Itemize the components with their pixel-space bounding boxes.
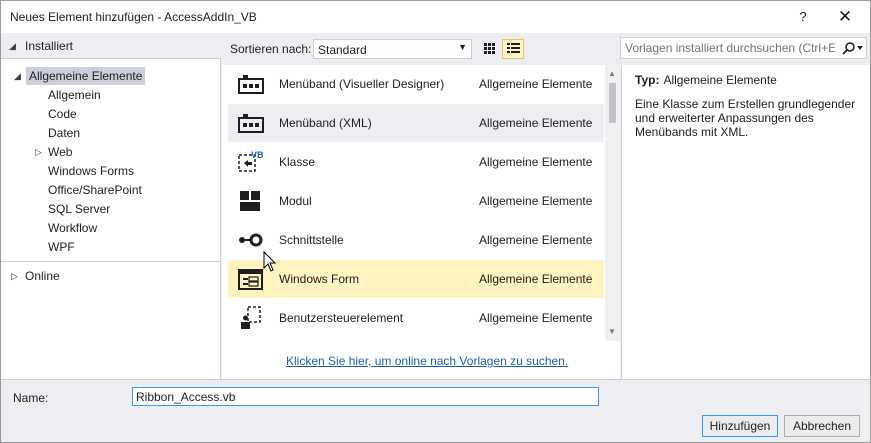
- template-name: Menüband (XML): [279, 116, 372, 130]
- template-name: Schnittstelle: [279, 233, 344, 247]
- list-view-button[interactable]: [502, 39, 524, 59]
- category-tree: ◢ Installiert ◢ Allgemeine Elemente Allg…: [1, 33, 221, 379]
- template-name: Modul: [279, 194, 312, 208]
- template-name: Benutzersteuerelement: [279, 311, 404, 325]
- template-category: Allgemeine Elemente: [479, 233, 593, 247]
- user-control-icon: [236, 305, 264, 331]
- module-icon: [236, 188, 264, 214]
- help-button[interactable]: ?: [791, 7, 815, 27]
- sort-dropdown[interactable]: Standard ▼: [313, 39, 472, 59]
- search-input[interactable]: [625, 40, 835, 56]
- template-list: Menüband (Visueller Designer) Allgemeine…: [222, 65, 620, 379]
- template-type: Typ: Allgemeine Elemente: [635, 73, 777, 87]
- expand-caret-icon[interactable]: ▷: [11, 267, 21, 285]
- window-title: Neues Element hinzufügen - AccessAddIn_V…: [10, 10, 257, 24]
- search-icon[interactable]: [839, 40, 865, 56]
- template-item[interactable]: Modul Allgemeine Elemente: [228, 182, 604, 220]
- interface-icon: [236, 227, 264, 253]
- tree-item-online[interactable]: Online: [25, 267, 60, 285]
- tree-item-wpf[interactable]: WPF: [48, 238, 75, 256]
- title-bar: Neues Element hinzufügen - AccessAddIn_V…: [1, 1, 870, 33]
- add-button[interactable]: Hinzufügen: [702, 415, 778, 437]
- type-value: Allgemeine Elemente: [663, 73, 777, 87]
- template-search[interactable]: [620, 37, 867, 59]
- collapse-caret-icon[interactable]: ◢: [14, 67, 24, 85]
- tree-header-installed[interactable]: ◢ Installiert: [1, 33, 221, 59]
- windows-form-icon: [236, 266, 264, 292]
- template-item[interactable]: Menüband (Visueller Designer) Allgemeine…: [228, 65, 604, 103]
- template-category: Allgemeine Elemente: [479, 194, 593, 208]
- template-category: Allgemeine Elemente: [479, 77, 593, 91]
- class-vb-icon: VB: [236, 149, 264, 175]
- tree-item-code[interactable]: Code: [48, 105, 77, 123]
- tree-item-web[interactable]: Web: [48, 143, 72, 161]
- template-category: Allgemeine Elemente: [479, 272, 593, 286]
- template-item[interactable]: Windows Form Allgemeine Elemente: [228, 260, 604, 298]
- mouse-cursor-icon: [263, 251, 277, 272]
- sort-toolbar: Sortieren nach: Standard ▼: [222, 33, 620, 65]
- scrollbar-thumb[interactable]: [609, 83, 616, 123]
- name-field[interactable]: [132, 387, 599, 406]
- sort-label: Sortieren nach:: [230, 42, 312, 56]
- collapse-caret-icon[interactable]: ◢: [9, 37, 19, 55]
- grid-view-button[interactable]: [478, 39, 500, 59]
- dialog-footer: Name: Hinzufügen Abbrechen: [1, 379, 870, 442]
- template-info-panel: Typ: Allgemeine Elemente Eine Klasse zum …: [621, 65, 870, 379]
- grid-view-icon: [484, 43, 495, 54]
- sort-dropdown-value: Standard: [318, 43, 367, 57]
- ribbon-icon: [236, 71, 264, 97]
- template-category: Allgemeine Elemente: [479, 116, 593, 130]
- template-name: Windows Form: [279, 272, 360, 286]
- tree-divider: [1, 261, 220, 262]
- template-name: Klasse: [279, 155, 316, 169]
- tree-header-label: Installiert: [25, 39, 74, 53]
- tree-item-sql-server[interactable]: SQL Server: [48, 200, 110, 218]
- chevron-down-icon: ▼: [458, 42, 467, 52]
- add-new-item-dialog: Neues Element hinzufügen - AccessAddIn_V…: [0, 0, 871, 443]
- cancel-button[interactable]: Abbrechen: [784, 415, 860, 437]
- tree-item-allgemeine-elemente[interactable]: Allgemeine Elemente: [26, 67, 146, 85]
- template-item[interactable]: Menüband (XML) Allgemeine Elemente: [228, 104, 604, 142]
- online-templates-link[interactable]: Klicken Sie hier, um online nach Vorlage…: [286, 354, 568, 368]
- tree-item-workflow[interactable]: Workflow: [48, 219, 97, 237]
- tree-item-allgemein[interactable]: Allgemein: [48, 86, 101, 104]
- tree-item-daten[interactable]: Daten: [48, 124, 80, 142]
- tree-item-office-sharepoint[interactable]: Office/SharePoint: [48, 181, 142, 199]
- template-item[interactable]: VB Klasse Allgemeine Elemente: [228, 143, 604, 181]
- template-category: Allgemeine Elemente: [479, 311, 593, 325]
- name-label: Name:: [13, 391, 49, 405]
- template-item[interactable]: Schnittstelle Allgemeine Elemente: [228, 221, 604, 259]
- scroll-down-icon[interactable]: ▼: [608, 327, 616, 336]
- tree-item-windows-forms[interactable]: Windows Forms: [48, 162, 134, 180]
- close-button[interactable]: ✕: [831, 7, 859, 27]
- template-description: Eine Klasse zum Erstellen grundlegender …: [635, 97, 856, 139]
- list-view-icon: [507, 43, 520, 53]
- type-label: Typ:: [635, 73, 660, 87]
- svg-text:VB: VB: [251, 150, 264, 160]
- scroll-up-icon[interactable]: ▲: [608, 69, 616, 78]
- template-category: Allgemeine Elemente: [479, 155, 593, 169]
- template-item[interactable]: Benutzersteuerelement Allgemeine Element…: [228, 299, 604, 337]
- template-list-scrollbar[interactable]: ▲ ▼: [605, 65, 620, 341]
- expand-caret-icon[interactable]: ▷: [35, 143, 45, 161]
- ribbon-icon: [236, 110, 264, 136]
- template-name: Menüband (Visueller Designer): [279, 77, 445, 91]
